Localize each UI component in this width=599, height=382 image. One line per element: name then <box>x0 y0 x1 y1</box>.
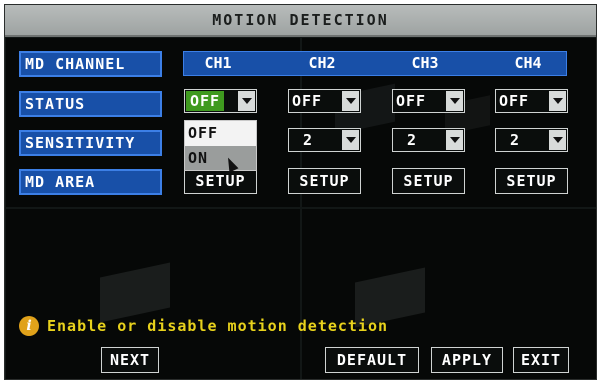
status-select-ch3[interactable]: OFF <box>392 89 465 113</box>
sensitivity-select-ch2[interactable]: 2 <box>288 128 361 152</box>
status-select-ch1[interactable]: OFF <box>184 89 257 113</box>
md-channel-label: MD CHANNEL <box>19 51 162 77</box>
channel-header: CH1 CH2 CH3 CH4 <box>183 51 567 76</box>
hint-text: Enable or disable motion detection <box>47 317 389 335</box>
md-area-label: MD AREA <box>19 169 162 195</box>
title-bar: MOTION DETECTION <box>5 5 596 37</box>
status-select-ch2[interactable]: OFF <box>288 89 361 113</box>
info-icon: i <box>19 316 39 336</box>
status-value: OFF <box>292 92 323 110</box>
dropdown-arrow-icon[interactable] <box>238 91 255 111</box>
dropdown-arrow-icon[interactable] <box>549 91 566 111</box>
md-area-setup-button-ch4[interactable]: SETUP <box>495 168 568 194</box>
status-dropdown-list: OFF ON <box>184 120 257 171</box>
sensitivity-value: 2 <box>407 131 418 149</box>
next-button[interactable]: NEXT <box>101 347 159 373</box>
dropdown-option-on[interactable]: ON <box>185 146 256 170</box>
status-value: OFF <box>396 92 427 110</box>
exit-button[interactable]: EXIT <box>513 347 569 373</box>
hint-bar: i Enable or disable motion detection <box>19 315 388 337</box>
dropdown-arrow-icon[interactable] <box>446 91 463 111</box>
sensitivity-value: 2 <box>303 131 314 149</box>
dropdown-arrow-icon[interactable] <box>342 130 359 150</box>
channel-header-ch2: CH2 <box>308 54 336 72</box>
default-button[interactable]: DEFAULT <box>325 347 419 373</box>
status-value: OFF <box>186 91 225 111</box>
dropdown-arrow-icon[interactable] <box>342 91 359 111</box>
md-area-setup-button-ch2[interactable]: SETUP <box>288 168 361 194</box>
status-label: STATUS <box>19 91 162 117</box>
sensitivity-select-ch3[interactable]: 2 <box>392 128 465 152</box>
page-title: MOTION DETECTION <box>212 11 389 29</box>
status-select-ch4[interactable]: OFF <box>495 89 568 113</box>
sensitivity-select-ch4[interactable]: 2 <box>495 128 568 152</box>
channel-header-ch4: CH4 <box>514 54 542 72</box>
dvr-menu-screen: MOTION DETECTION MD CHANNEL STATUS SENSI… <box>4 4 597 380</box>
md-area-setup-button-ch3[interactable]: SETUP <box>392 168 465 194</box>
dropdown-arrow-icon[interactable] <box>446 130 463 150</box>
sensitivity-label: SENSITIVITY <box>19 130 162 156</box>
dropdown-option-off[interactable]: OFF <box>185 121 256 145</box>
md-area-setup-button-ch1[interactable]: SETUP <box>184 168 257 194</box>
sensitivity-value: 2 <box>510 131 521 149</box>
channel-header-ch1: CH1 <box>204 54 232 72</box>
channel-header-ch3: CH3 <box>411 54 439 72</box>
dropdown-arrow-icon[interactable] <box>549 130 566 150</box>
status-value: OFF <box>499 92 530 110</box>
apply-button[interactable]: APPLY <box>431 347 503 373</box>
